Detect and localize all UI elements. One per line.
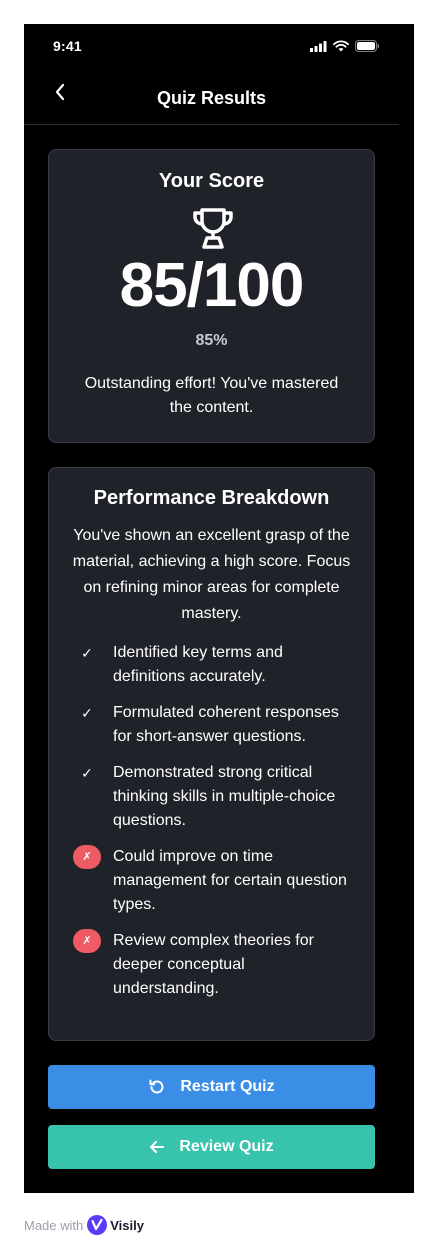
trophy-icon: [193, 208, 233, 249]
review-quiz-label: Review Quiz: [179, 1138, 274, 1155]
list-item-text: Could improve on time management for cer…: [113, 848, 347, 913]
x-icon: ✗: [73, 929, 101, 953]
breakdown-list: ✓ Identified key terms and definitions a…: [73, 641, 354, 1001]
review-quiz-button[interactable]: Review Quiz: [48, 1125, 375, 1169]
status-bar: 9:41: [24, 24, 414, 68]
battery-icon: [355, 40, 379, 52]
list-item: ✓ Demonstrated strong critical thinking …: [73, 761, 354, 833]
check-icon: ✓: [81, 765, 93, 781]
page-title: Quiz Results: [156, 88, 267, 108]
status-time: 9:41: [53, 38, 82, 54]
list-item-text: Review complex theories for deeper conce…: [113, 932, 314, 997]
score-card: Your Score 85/100 85% Outstanding effort…: [48, 149, 375, 443]
list-item: ✗ Could improve on time management for c…: [73, 845, 354, 917]
breakdown-card: Performance Breakdown You've shown an ex…: [48, 467, 375, 1041]
restart-quiz-label: Restart Quiz: [180, 1078, 275, 1095]
wifi-icon: [333, 40, 349, 52]
check-icon: ✓: [81, 645, 93, 661]
score-message: Outstanding effort! You've mastered the …: [84, 375, 339, 416]
breakdown-title: Performance Breakdown: [93, 487, 330, 509]
breakdown-summary: You've shown an excellent grasp of the m…: [72, 527, 351, 622]
signal-icon: [310, 40, 327, 52]
arrow-left-icon: [150, 1141, 165, 1153]
rotate-ccw-icon: [149, 1079, 164, 1094]
list-item: ✓ Identified key terms and definitions a…: [73, 641, 354, 689]
status-icons: [310, 40, 380, 52]
visily-brand: Visily: [110, 1217, 144, 1233]
list-item-text: Formulated coherent responses for short-…: [113, 704, 339, 745]
visily-logo-icon: [87, 1215, 108, 1235]
made-with-label: Made with: [24, 1217, 84, 1233]
restart-quiz-button[interactable]: Restart Quiz: [48, 1065, 375, 1109]
score-value: 85/100: [119, 251, 305, 320]
phone-screen: 9:41 Quiz Results Your Score 85/100 85% …: [24, 24, 414, 1193]
score-title: Your Score: [158, 170, 265, 192]
nav-bar: Quiz Results: [24, 68, 399, 125]
list-item: ✗ Review complex theories for deeper con…: [73, 929, 354, 1001]
check-icon: ✓: [81, 705, 93, 721]
list-item: ✓ Formulated coherent responses for shor…: [73, 701, 354, 749]
list-item-text: Identified key terms and definitions acc…: [113, 644, 283, 685]
score-percent: 85%: [195, 332, 228, 349]
list-item-text: Demonstrated strong critical thinking sk…: [113, 764, 336, 829]
made-with-footer[interactable]: Made with Visily: [24, 1213, 144, 1237]
x-icon: ✗: [73, 845, 101, 869]
visily-logo: Visily: [87, 1215, 144, 1235]
